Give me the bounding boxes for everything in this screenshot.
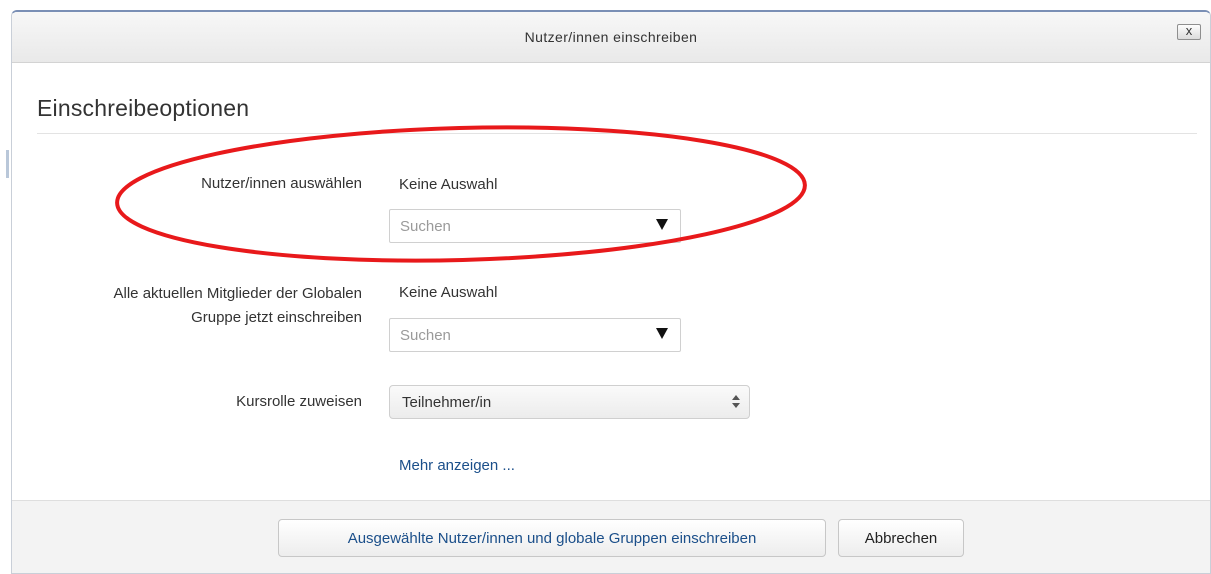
global-groups-selection: Keine Auswahl [399, 284, 498, 301]
global-groups-search-input[interactable]: Suchen [389, 318, 681, 352]
background-edge-mark [6, 150, 9, 178]
global-groups-label-line2: Gruppe jetzt einschreiben [191, 309, 362, 326]
updown-icon [732, 395, 740, 409]
dialog-header: Nutzer/innen einschreiben x [12, 12, 1210, 63]
enrol-selected-button[interactable]: Ausgewählte Nutzer/innen und globale Gru… [278, 519, 826, 557]
enrol-users-dialog: Nutzer/innen einschreiben x Einschreibeo… [11, 10, 1211, 574]
global-groups-label-line1: Alle aktuellen Mitglieder der Globalen [113, 285, 362, 302]
section-title: Einschreibeoptionen [37, 95, 250, 121]
select-users-search-input[interactable]: Suchen [389, 209, 681, 243]
select-users-selection: Keine Auswahl [399, 176, 498, 193]
show-more-link[interactable]: Mehr anzeigen ... [399, 457, 515, 474]
close-button[interactable]: x [1177, 23, 1201, 40]
close-icon: x [1185, 23, 1193, 38]
global-groups-search-placeholder: Suchen [400, 327, 451, 344]
course-role-label: Kursrolle zuweisen [236, 393, 362, 410]
select-users-search-placeholder: Suchen [400, 218, 451, 235]
course-role-value: Teilnehmer/in [402, 394, 492, 411]
dialog-title: Nutzer/innen einschreiben [524, 29, 698, 45]
select-users-label: Nutzer/innen auswählen [201, 175, 362, 192]
cancel-button[interactable]: Abbrechen [838, 519, 964, 557]
triangle-down-icon[interactable] [656, 328, 668, 339]
dialog-footer: Ausgewählte Nutzer/innen und globale Gru… [12, 500, 1210, 573]
section-divider [37, 133, 1197, 134]
global-groups-label: Alle aktuellen Mitglieder der Globalen G… [32, 282, 362, 330]
triangle-down-icon[interactable] [656, 219, 668, 230]
course-role-select[interactable]: Teilnehmer/in [389, 385, 750, 419]
